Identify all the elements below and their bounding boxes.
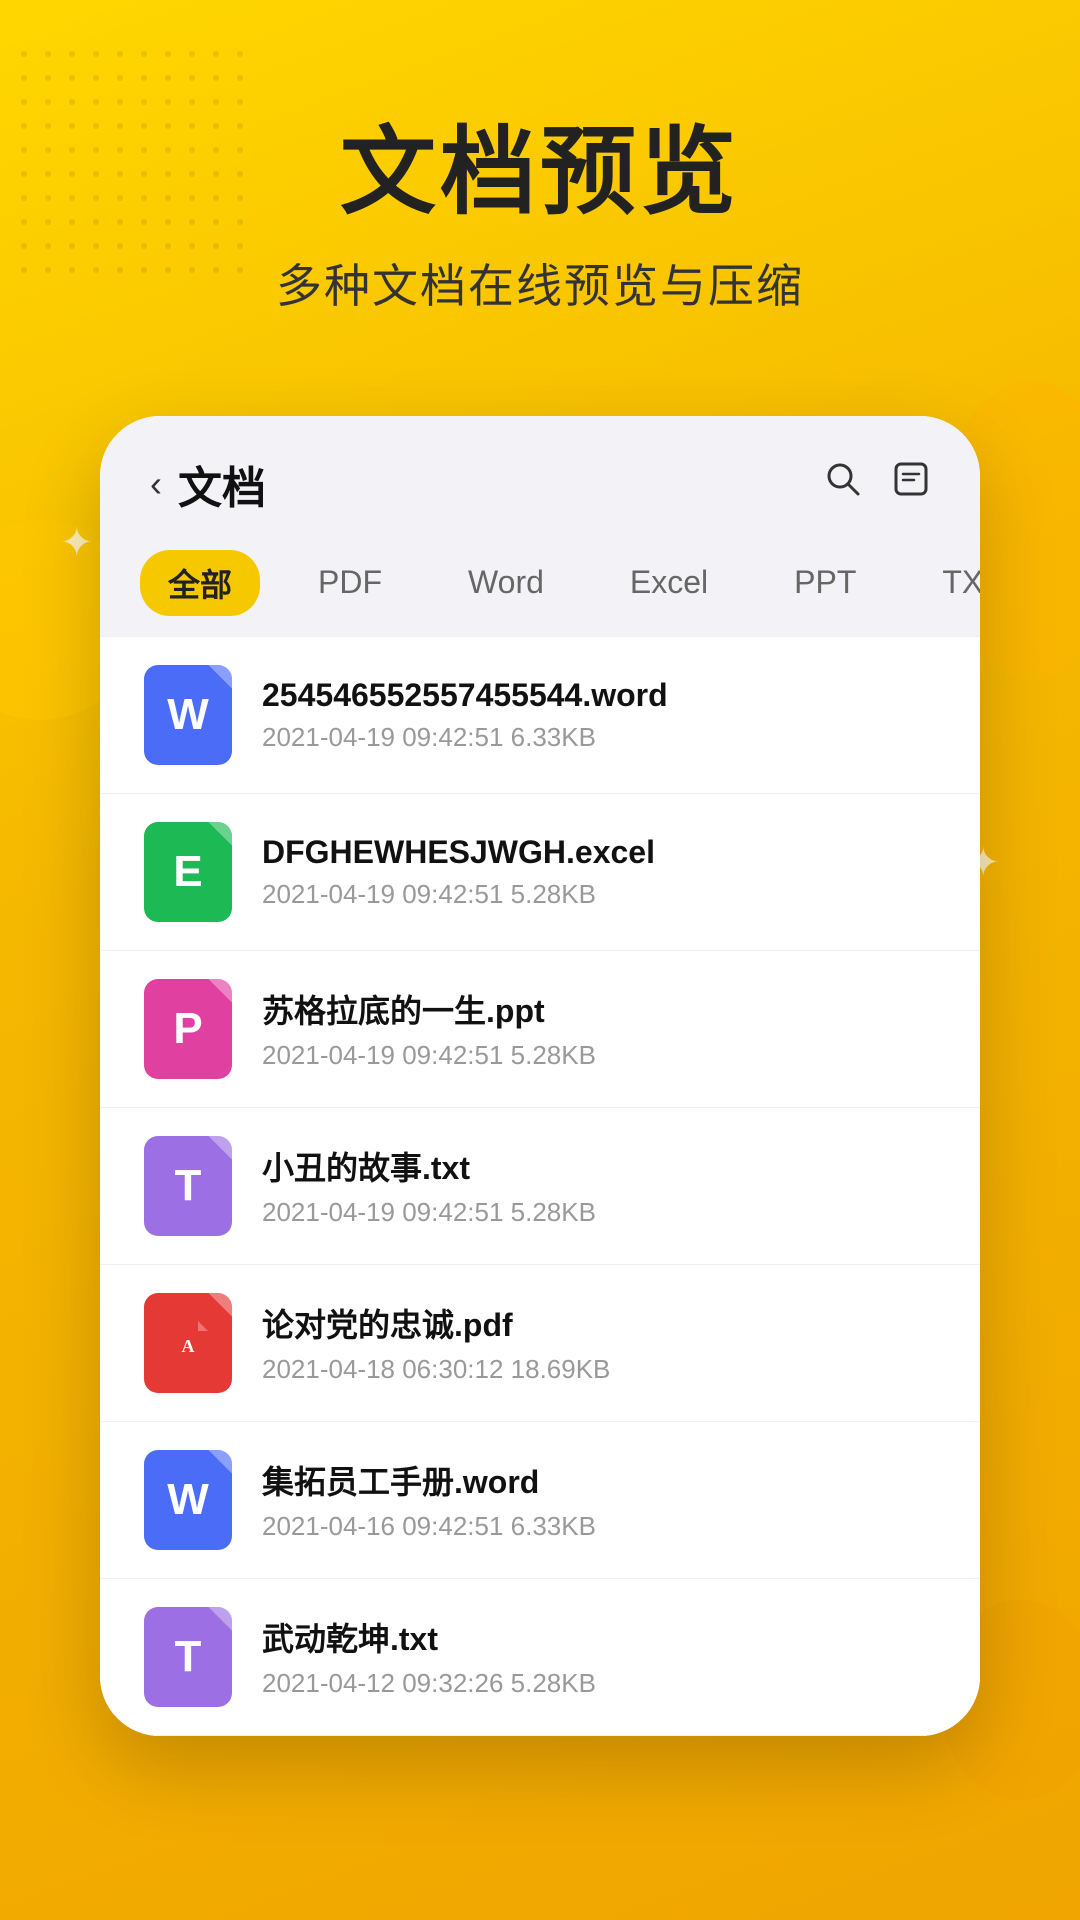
file-item[interactable]: W 254546552557455544.word 2021-04-19 09:42…	[100, 636, 980, 794]
word-file-icon: W	[144, 1450, 232, 1550]
file-meta: 2021-04-16 09:42:51 6.33KB	[262, 1511, 936, 1542]
file-meta: 2021-04-19 09:42:51 6.33KB	[262, 722, 936, 753]
file-item[interactable]: P 苏格拉底的一生.ppt 2021-04-19 09:42:51 5.28KB	[100, 951, 980, 1108]
file-item[interactable]: T 小丑的故事.txt 2021-04-19 09:42:51 5.28KB	[100, 1108, 980, 1265]
file-name: 论对党的忠诚.pdf	[262, 1300, 936, 1346]
file-name: 254546552557455544.word	[262, 677, 936, 714]
nav-bar: ‹ 文档	[100, 416, 980, 540]
filter-tab-word[interactable]: Word	[440, 554, 572, 611]
file-name: 小丑的故事.txt	[262, 1143, 936, 1189]
pdf-file-icon: A	[144, 1293, 232, 1393]
file-item[interactable]: E DFGHEWHESJWGH.excel 2021-04-19 09:42:51 …	[100, 794, 980, 951]
file-name: DFGHEWHESJWGH.excel	[262, 834, 936, 871]
file-name: 苏格拉底的一生.ppt	[262, 986, 936, 1032]
sparkle-icon-1: ✦	[60, 520, 94, 566]
svg-text:A: A	[182, 1336, 195, 1356]
filter-tab-tx[interactable]: TX	[914, 554, 980, 611]
nav-left: ‹ 文档	[150, 452, 266, 516]
file-meta: 2021-04-12 09:32:26 5.28KB	[262, 1668, 936, 1699]
file-list: W 254546552557455544.word 2021-04-19 09:42…	[100, 636, 980, 1736]
filter-tab-excel[interactable]: Excel	[602, 554, 736, 611]
file-info: DFGHEWHESJWGH.excel 2021-04-19 09:42:51 5…	[262, 834, 936, 910]
filter-tab-pdf[interactable]: PDF	[290, 554, 410, 611]
file-item[interactable]: T 武动乾坤.txt 2021-04-12 09:32:26 5.28KB	[100, 1579, 980, 1736]
file-meta: 2021-04-18 06:30:12 18.69KB	[262, 1354, 936, 1385]
word-file-icon: W	[144, 665, 232, 765]
file-item[interactable]: A 论对党的忠诚.pdf 2021-04-18 06:30:12 18.69KB	[100, 1265, 980, 1422]
txt-file-icon: T	[144, 1136, 232, 1236]
filter-tabs: 全部 PDF Word Excel PPT TX	[100, 540, 980, 636]
nav-title: 文档	[178, 452, 266, 516]
file-info: 苏格拉底的一生.ppt 2021-04-19 09:42:51 5.28KB	[262, 986, 936, 1071]
file-meta: 2021-04-19 09:42:51 5.28KB	[262, 879, 936, 910]
txt-file-icon: T	[144, 1607, 232, 1707]
file-name: 武动乾坤.txt	[262, 1614, 936, 1660]
file-meta: 2021-04-19 09:42:51 5.28KB	[262, 1040, 936, 1071]
file-info: 武动乾坤.txt 2021-04-12 09:32:26 5.28KB	[262, 1614, 936, 1699]
file-item[interactable]: W 集拓员工手册.word 2021-04-16 09:42:51 6.33KB	[100, 1422, 980, 1579]
ppt-file-icon: P	[144, 979, 232, 1079]
excel-file-icon: E	[144, 822, 232, 922]
dot-grid-decoration: // Generate dots dynamically inline isn'…	[20, 50, 260, 290]
back-icon[interactable]: ‹	[150, 463, 162, 505]
file-name: 集拓员工手册.word	[262, 1457, 936, 1503]
file-info: 254546552557455544.word 2021-04-19 09:42:…	[262, 677, 936, 753]
nav-right	[824, 460, 930, 507]
file-meta: 2021-04-19 09:42:51 5.28KB	[262, 1197, 936, 1228]
phone-mockup: ‹ 文档	[100, 416, 980, 1736]
file-info: 论对党的忠诚.pdf 2021-04-18 06:30:12 18.69KB	[262, 1300, 936, 1385]
background: // Generate dots dynamically inline isn'…	[0, 0, 1080, 1920]
filter-tab-全部[interactable]: 全部	[140, 550, 260, 616]
filter-tab-ppt[interactable]: PPT	[766, 554, 884, 611]
search-icon[interactable]	[824, 460, 862, 507]
file-info: 小丑的故事.txt 2021-04-19 09:42:51 5.28KB	[262, 1143, 936, 1228]
edit-icon[interactable]	[892, 460, 930, 507]
file-info: 集拓员工手册.word 2021-04-16 09:42:51 6.33KB	[262, 1457, 936, 1542]
